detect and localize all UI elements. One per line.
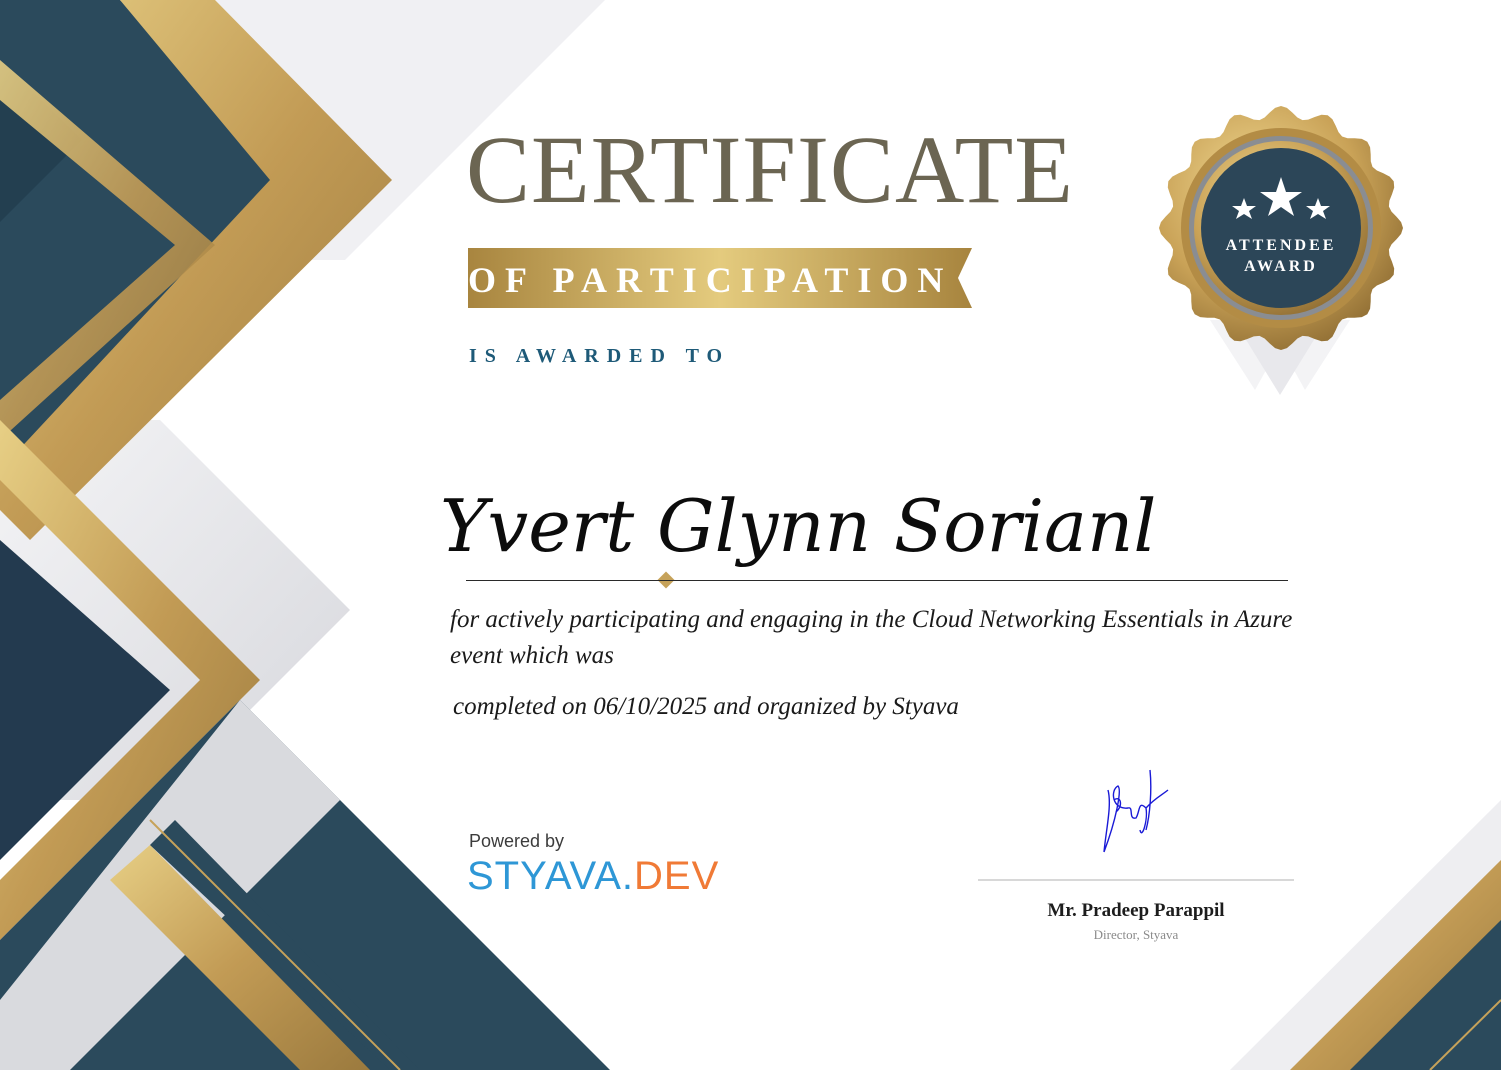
signature-line (978, 879, 1294, 881)
powered-by-label: Powered by (469, 831, 565, 851)
logo-part-styava: STYAVA. (467, 854, 635, 898)
certificate-title: CERTIFICATE (466, 116, 1074, 223)
logo-part-dev: DEV (634, 854, 720, 898)
awarded-to-label: IS AWARDED TO (469, 345, 731, 367)
seal-label: ATTENDEE AWARD (1196, 235, 1366, 277)
certificate-description: for actively participating and engaging … (450, 606, 1293, 669)
certificate-subtitle: OF PARTICIPATION (468, 260, 953, 300)
seal-line-1: ATTENDEE (1225, 237, 1337, 254)
styava-logo: STYAVA.DEV (467, 856, 719, 896)
seal-line-2: AWARD (1244, 258, 1318, 275)
name-underline (466, 580, 1288, 581)
recipient-name: Yvert Glynn Sorianl (440, 484, 1157, 568)
signatory-title: Director, Styava (1093, 927, 1179, 942)
signatory-name: Mr. Pradeep Parappil (1047, 900, 1225, 921)
signature-image (1103, 769, 1169, 853)
completion-text: completed on 06/10/2025 and organized by… (453, 693, 959, 720)
